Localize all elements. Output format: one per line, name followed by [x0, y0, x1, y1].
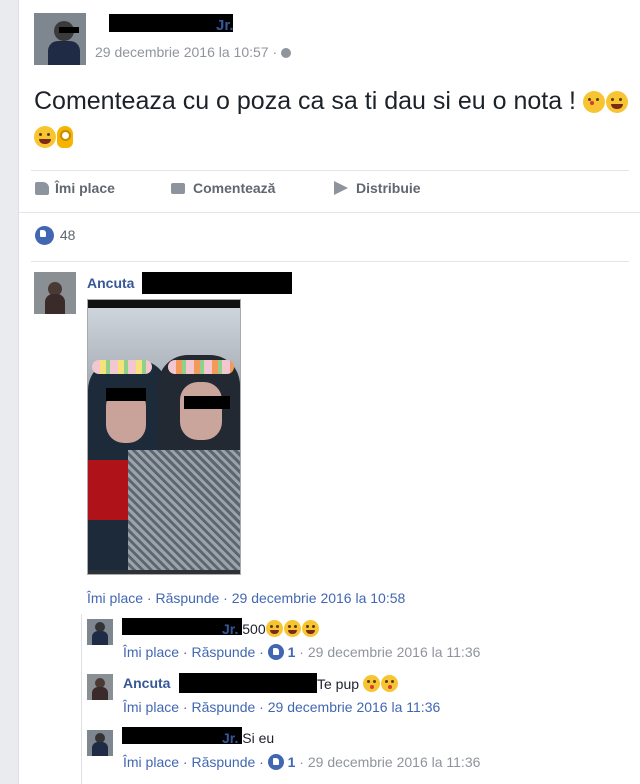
tears-of-joy-emoji-icon — [605, 91, 628, 113]
reply-author[interactable]: Ancuta — [123, 675, 170, 691]
comment-photo[interactable] — [87, 299, 241, 575]
tears-of-joy-emoji-icon — [265, 620, 283, 637]
comment-action[interactable]: Comentează — [171, 180, 275, 196]
thumbs-up-icon — [35, 182, 49, 195]
reply-author-avatar[interactable] — [87, 730, 113, 756]
share-action[interactable]: Distribuie — [334, 180, 421, 196]
like-reaction-icon — [267, 644, 284, 660]
comment-author[interactable]: Ancuta — [87, 275, 134, 291]
reply-1-body: Jr. 500 — [222, 620, 320, 637]
reply-1-actions[interactable]: Îmi place · Răspunde · 1 · 29 decembrie … — [123, 644, 480, 660]
post-timestamp[interactable]: 29 decembrie 2016 la 10:57 · — [95, 44, 292, 60]
redacted-author-name — [179, 673, 317, 693]
ok-hand-emoji-icon — [57, 126, 73, 148]
like-reaction-icon — [35, 226, 54, 245]
reply-2-actions[interactable]: Îmi place · Răspunde · 29 decembrie 2016… — [123, 699, 440, 715]
redacted-author-name — [142, 272, 292, 294]
post-card: Jr. 29 decembrie 2016 la 10:57 · Comente… — [18, 0, 640, 784]
commenter-avatar[interactable] — [34, 272, 76, 314]
reply-author-suffix[interactable]: Jr. — [222, 621, 238, 637]
post-author-suffix[interactable]: Jr. — [216, 17, 234, 34]
reply-author-avatar[interactable] — [87, 674, 113, 700]
face-blowing-kiss-emoji-icon — [380, 675, 398, 692]
reply-thread-line — [81, 614, 82, 784]
post-author-avatar[interactable] — [34, 13, 86, 65]
redacted-author-name — [109, 14, 233, 32]
kissing-emoji-icon — [582, 91, 605, 113]
reply-3-actions[interactable]: Îmi place · Răspunde · 1 · 29 decembrie … — [123, 754, 480, 770]
like-action[interactable]: Îmi place — [35, 180, 115, 196]
reply-author-avatar[interactable] — [87, 619, 113, 645]
tears-of-joy-emoji-icon — [283, 620, 301, 637]
like-reaction-icon — [267, 754, 284, 770]
globe-icon — [281, 48, 292, 58]
tears-of-joy-emoji-icon — [301, 620, 319, 637]
reply-3-body: Jr. Si eu — [222, 730, 275, 746]
share-arrow-icon — [334, 181, 348, 195]
reply-author-suffix[interactable]: Jr. — [222, 730, 238, 746]
reaction-summary[interactable]: 48 — [35, 226, 75, 245]
reply-2-body: Te pup — [317, 675, 399, 692]
comment-actions[interactable]: Îmi place · Răspunde · 29 decembrie 2016… — [87, 590, 405, 606]
comment-icon — [171, 183, 185, 194]
tears-of-joy-emoji-icon — [34, 126, 56, 148]
post-text: Comenteaza cu o poza ca sa ti dau si eu … — [34, 84, 634, 154]
face-blowing-kiss-emoji-icon — [362, 675, 380, 692]
